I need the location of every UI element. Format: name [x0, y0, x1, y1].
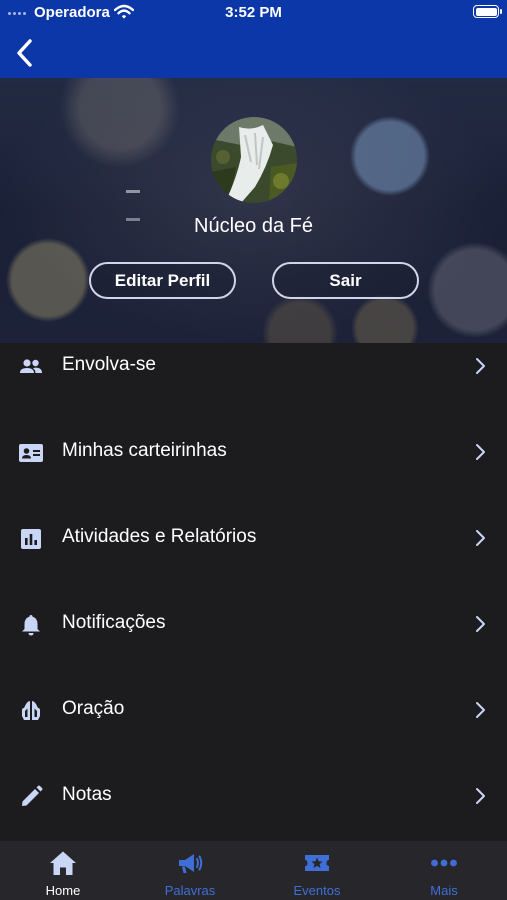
- menu-item-label: Notificações: [62, 612, 166, 633]
- edit-profile-button[interactable]: Editar Perfil: [89, 262, 236, 299]
- chevron-right-icon: [476, 702, 485, 718]
- tab-palavras[interactable]: Palavras: [127, 841, 253, 900]
- tab-bar: Home Palavras Eventos Mais: [0, 841, 507, 900]
- home-icon: [50, 851, 76, 875]
- menu-item-envolva-se[interactable]: Envolva-se: [0, 322, 507, 408]
- praying-hands-icon: [22, 701, 40, 720]
- more-dots-icon: [431, 859, 457, 867]
- tab-mais[interactable]: Mais: [381, 841, 507, 900]
- logout-button[interactable]: Sair: [272, 262, 419, 299]
- menu-item-oracao[interactable]: Oração: [0, 666, 507, 752]
- waterfall-image: [211, 117, 297, 203]
- chart-icon: [21, 529, 41, 549]
- status-bar: Operadora 3:52 PM: [0, 0, 507, 26]
- menu-item-label: Minhas carteirinhas: [62, 440, 227, 461]
- ticket-star-icon: [305, 855, 329, 871]
- megaphone-icon: [179, 854, 203, 873]
- background-light: [126, 190, 140, 193]
- menu-item-notas[interactable]: Notas: [0, 752, 507, 838]
- menu-item-atividades[interactable]: Atividades e Relatórios: [0, 494, 507, 580]
- menu-item-carteirinhas[interactable]: Minhas carteirinhas: [0, 408, 507, 494]
- people-icon: [20, 359, 42, 373]
- status-time: 3:52 PM: [225, 4, 282, 21]
- id-card-icon: [19, 444, 43, 462]
- menu-item-label: Oração: [62, 698, 125, 719]
- chevron-right-icon: [476, 530, 485, 546]
- chevron-left-icon[interactable]: [12, 36, 38, 70]
- profile-name: Núcleo da Fé: [194, 215, 313, 237]
- tab-label: Eventos: [293, 883, 341, 898]
- avatar[interactable]: [211, 117, 297, 203]
- menu-item-label: Atividades e Relatórios: [62, 526, 257, 547]
- bell-icon: [22, 615, 40, 636]
- chevron-right-icon: [476, 616, 485, 632]
- tab-label: Mais: [430, 883, 458, 898]
- tab-label: Home: [45, 883, 81, 898]
- tab-label: Palavras: [164, 883, 216, 898]
- menu-item-label: Envolva-se: [62, 354, 156, 375]
- chevron-right-icon: [476, 788, 485, 804]
- tab-eventos[interactable]: Eventos: [254, 841, 380, 900]
- header-bar: Operadora 3:52 PM: [0, 0, 507, 78]
- tab-home[interactable]: Home: [0, 841, 126, 900]
- chevron-right-icon: [476, 358, 485, 374]
- chevron-right-icon: [476, 444, 485, 460]
- menu-item-notificacoes[interactable]: Notificações: [0, 580, 507, 666]
- menu-item-label: Notas: [62, 784, 112, 805]
- pencil-icon: [22, 785, 43, 806]
- battery-icon: [473, 5, 502, 18]
